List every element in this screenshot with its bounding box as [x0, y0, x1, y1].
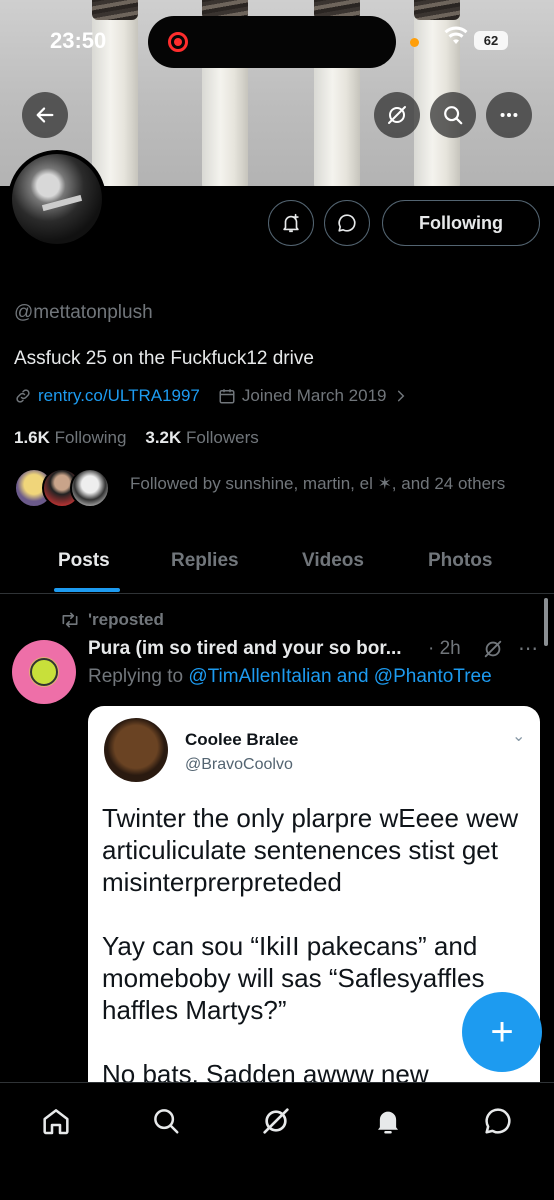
status-time: 23:50	[50, 28, 107, 53]
privacy-indicator	[410, 38, 419, 47]
nav-grok[interactable]	[256, 1101, 296, 1141]
following-button[interactable]: Following	[382, 200, 540, 246]
recording-icon	[168, 32, 188, 52]
repost-label: 'reposted	[88, 610, 164, 629]
embedded-author-handle: @BravoCoolvo	[185, 756, 293, 773]
search-icon	[154, 1109, 179, 1134]
chevron-right-icon[interactable]	[394, 389, 408, 403]
chat-bubble-icon	[338, 214, 356, 232]
notifications-button[interactable]	[268, 200, 314, 246]
tab-videos[interactable]: Videos	[302, 550, 364, 572]
more-options-button[interactable]	[486, 92, 532, 138]
followers-count: 3.2K	[145, 428, 182, 447]
followed-by-avatars[interactable]	[14, 468, 110, 508]
followers-link[interactable]: 3.2K Followers	[145, 428, 258, 447]
grok-icon	[388, 106, 406, 124]
bottom-navigation	[0, 1082, 554, 1200]
chevron-down-icon: ⌄	[512, 728, 526, 745]
battery-indicator: 62	[474, 31, 508, 50]
replying-and: and	[331, 666, 374, 687]
replying-to: Replying to @TimAllenItalian and @Phanto…	[88, 666, 492, 688]
status-bar: 23:50 62	[0, 0, 554, 86]
smiley-avatar-image	[30, 658, 58, 686]
following-count: 1.6K	[14, 428, 50, 447]
dynamic-island	[148, 16, 396, 68]
profile-handle: @mettatonplush	[14, 302, 153, 323]
calendar-icon	[219, 389, 235, 404]
nav-search[interactable]	[146, 1101, 186, 1141]
profile-website-link[interactable]: rentry.co/ULTRA1997	[38, 386, 200, 406]
repost-icon	[62, 612, 78, 628]
grok-icon[interactable]	[482, 638, 504, 660]
scrollbar[interactable]	[544, 598, 548, 646]
nav-home[interactable]	[36, 1101, 76, 1141]
following-link[interactable]: 1.6K Following	[14, 428, 126, 447]
tab-photos[interactable]: Photos	[428, 550, 492, 572]
replying-prefix: Replying to	[88, 666, 189, 687]
more-icon	[500, 112, 518, 118]
grok-button[interactable]	[374, 92, 420, 138]
profile-tabs: Posts Replies Videos Photos	[0, 540, 554, 594]
followed-by-text[interactable]: Followed by sunshine, martin, el ✶, and …	[130, 470, 510, 497]
post-timestamp: · 2h	[428, 638, 461, 659]
profile-avatar[interactable]	[8, 150, 106, 248]
link-icon	[16, 389, 30, 403]
embedded-author-name: Coolee Bralee	[185, 730, 299, 749]
compose-button[interactable]: +	[462, 992, 542, 1072]
post-author-name[interactable]: Pura (im so tired and your so bor...	[88, 638, 402, 660]
nav-messages[interactable]	[478, 1101, 518, 1141]
post-more-icon[interactable]: ⋯	[518, 636, 538, 661]
profile-meta: rentry.co/ULTRA1997 Joined March 2019	[14, 386, 408, 406]
chat-bubble-icon	[485, 1108, 511, 1134]
following-label: Following	[54, 428, 127, 447]
mention-link[interactable]: @PhantoTree	[374, 666, 492, 687]
embedded-avatar	[104, 718, 168, 782]
repost-indicator: 'reposted	[60, 610, 164, 630]
tab-posts[interactable]: Posts	[58, 550, 110, 572]
search-button[interactable]	[430, 92, 476, 138]
grok-icon	[263, 1108, 289, 1134]
mention-link[interactable]: @TimAllenItalian	[188, 666, 331, 687]
post-author-avatar[interactable]	[12, 640, 76, 704]
search-icon	[444, 106, 463, 125]
profile-stats: 1.6K Following 3.2K Followers	[14, 428, 259, 448]
arrow-left-icon	[36, 107, 54, 123]
message-button[interactable]	[324, 200, 370, 246]
back-button[interactable]	[22, 92, 68, 138]
home-icon	[43, 1109, 69, 1135]
followers-label: Followers	[186, 428, 259, 447]
bell-plus-icon	[283, 213, 299, 233]
wifi-icon	[444, 26, 468, 44]
profile-bio: Assfuck 25 on the Fuckfuck12 drive	[14, 348, 314, 369]
active-tab-indicator	[54, 588, 120, 592]
profile-joined-date: Joined March 2019	[241, 386, 387, 405]
tab-replies[interactable]: Replies	[171, 550, 239, 572]
avatar	[70, 468, 110, 508]
post-media-image[interactable]: Coolee Bralee @BravoCoolvo ⌄ Twinter the…	[88, 706, 540, 1126]
avatar-image	[12, 154, 102, 244]
nav-notifications[interactable]	[368, 1101, 408, 1141]
bell-icon	[378, 1111, 398, 1134]
